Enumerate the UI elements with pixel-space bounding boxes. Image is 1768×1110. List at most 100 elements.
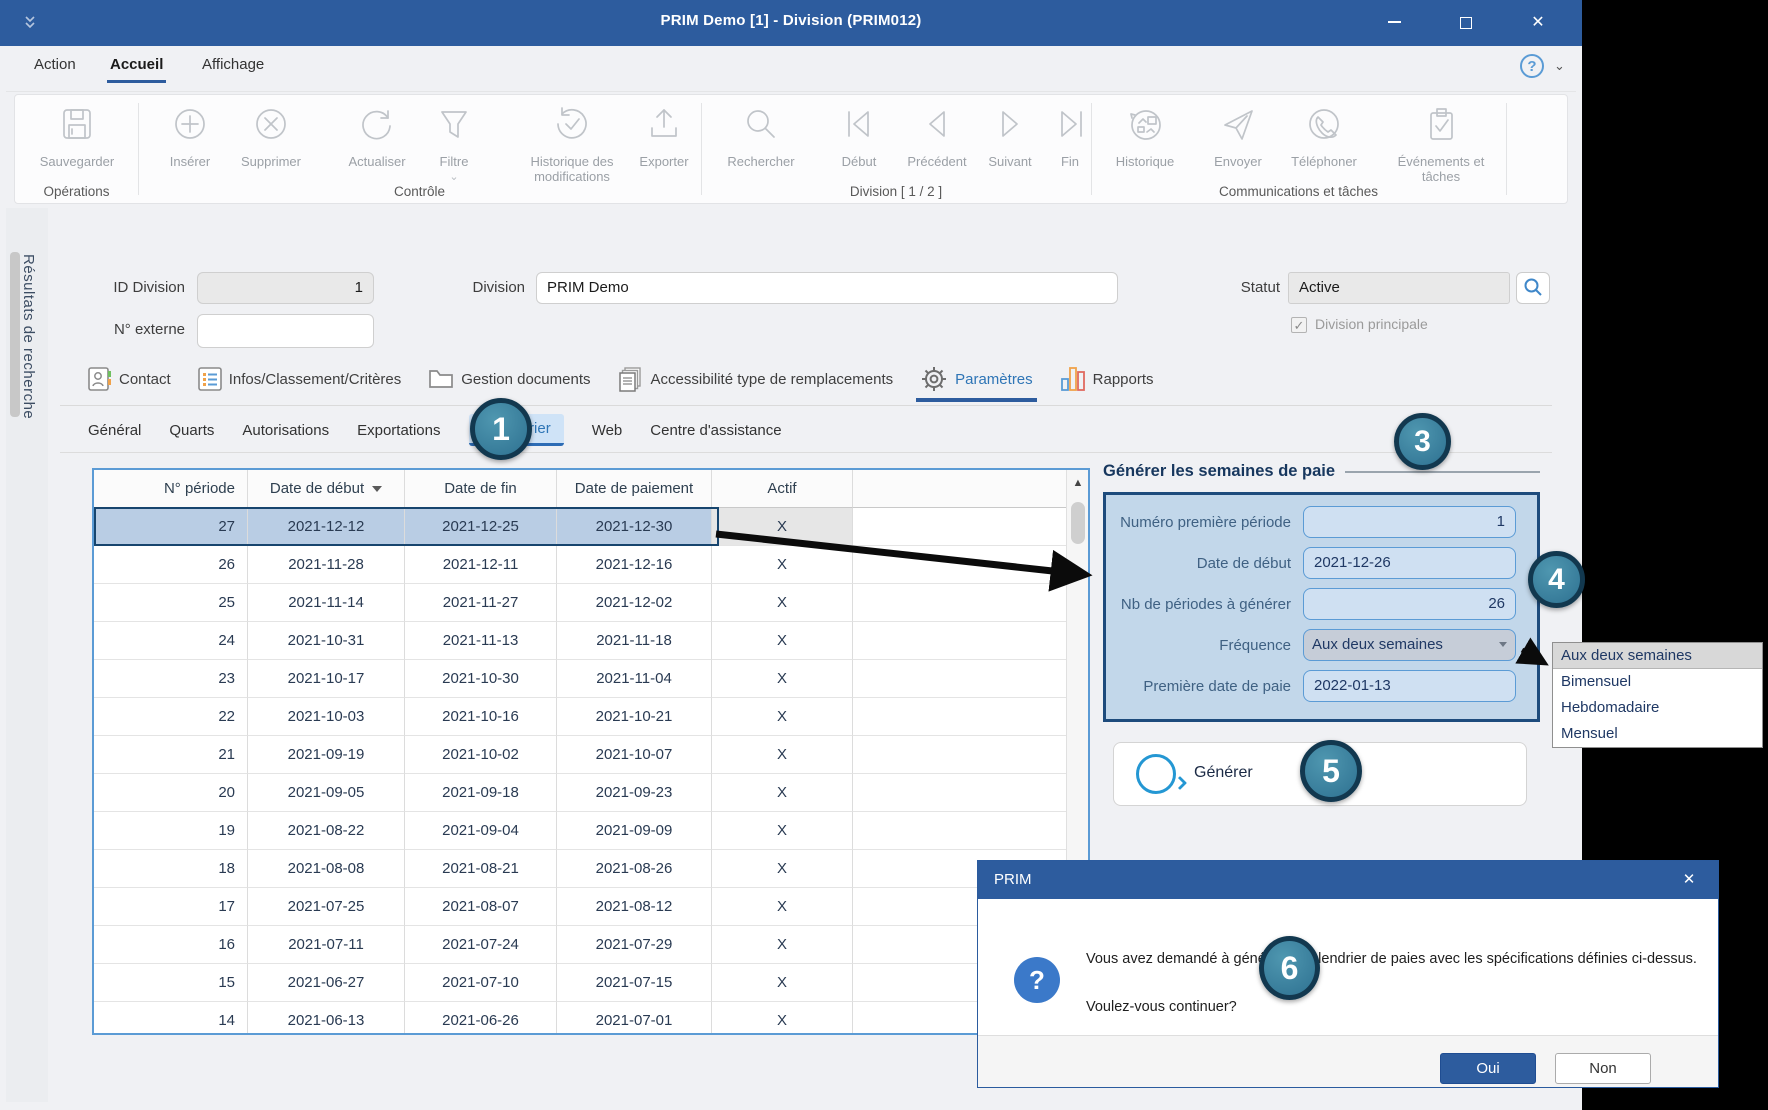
gear-icon xyxy=(920,365,948,393)
subtab[interactable]: Quarts xyxy=(169,422,214,439)
yes-button[interactable]: Oui xyxy=(1440,1053,1536,1084)
col-header-date-paiement[interactable]: Date de paiement xyxy=(557,470,712,508)
subtab[interactable]: Général xyxy=(88,422,141,439)
previous-record-button[interactable]: Précédent xyxy=(895,103,979,169)
history-button[interactable]: Historique xyxy=(1099,103,1191,169)
table-row[interactable]: 18 2021-08-08 2021-08-21 2021-08-26 X xyxy=(94,850,1088,888)
ribbon-search-button[interactable]: Rechercher xyxy=(715,103,807,169)
folder-icon xyxy=(428,366,454,392)
frequency-label: Fréquence xyxy=(1219,636,1291,654)
col-header-date-fin[interactable]: Date de fin xyxy=(405,470,557,508)
generate-arrow-icon xyxy=(1136,754,1188,794)
delete-button[interactable]: Supprimer xyxy=(227,103,315,169)
save-button[interactable]: Sauvegarder xyxy=(29,103,125,169)
table-row[interactable]: 24 2021-10-31 2021-11-13 2021-11-18 X xyxy=(94,622,1088,660)
dropdown-option[interactable]: Aux deux semaines xyxy=(1553,643,1762,669)
tab-accessibilite-remplacements[interactable]: Accessibilité type de remplacements xyxy=(618,356,893,402)
contact-card-icon xyxy=(88,366,112,392)
title-bar: PRIM Demo [1] - Division (PRIM012) ✕ xyxy=(0,0,1582,46)
col-header-actif[interactable]: Actif xyxy=(712,470,853,508)
filter-button[interactable]: Filtre ⌄ xyxy=(423,103,485,185)
start-date-label: Date de début xyxy=(1196,554,1291,572)
table-row[interactable]: 14 2021-06-13 2021-06-26 2021-07-01 X xyxy=(94,1002,1088,1033)
scroll-up-icon[interactable]: ▲ xyxy=(1067,472,1088,494)
col-header-periode[interactable]: N° période xyxy=(94,470,248,508)
table-row[interactable]: 19 2021-08-22 2021-09-04 2021-09-09 X xyxy=(94,812,1088,850)
dropdown-option[interactable]: Mensuel xyxy=(1553,721,1762,747)
subtab[interactable]: Web xyxy=(592,422,623,439)
subtab[interactable]: Autorisations xyxy=(242,422,329,439)
ribbon-collapse-icon[interactable]: ⌄ xyxy=(1554,58,1565,74)
export-button[interactable]: Exporter xyxy=(631,103,697,169)
search-results-handle[interactable] xyxy=(10,252,20,417)
combo-dropdown-icon[interactable] xyxy=(1499,642,1507,647)
dialog-question: Voulez-vous continuer? xyxy=(1086,999,1237,1015)
subtab[interactable]: Centre d'assistance xyxy=(650,422,781,439)
modification-history-button[interactable]: Historique des modifications xyxy=(493,103,651,184)
no-button[interactable]: Non xyxy=(1555,1053,1651,1084)
start-date-field[interactable]: 2021-12-26 xyxy=(1303,547,1516,579)
documents-stack-icon xyxy=(618,366,644,392)
table-row[interactable]: 20 2021-09-05 2021-09-18 2021-09-23 X xyxy=(94,774,1088,812)
minimize-button[interactable] xyxy=(1372,8,1416,38)
menu-affichage[interactable]: Affichage xyxy=(202,56,264,73)
phone-button[interactable]: Téléphoner xyxy=(1277,103,1371,169)
maximize-button[interactable] xyxy=(1444,8,1488,38)
dropdown-option[interactable]: Bimensuel xyxy=(1553,669,1762,695)
num-externe-field[interactable] xyxy=(197,314,374,348)
last-record-button[interactable]: Fin xyxy=(1049,103,1091,169)
table-row[interactable]: 15 2021-06-27 2021-07-10 2021-07-15 X xyxy=(94,964,1088,1002)
tab-infos-classement-criteres[interactable]: Infos/Classement/Critères xyxy=(197,356,401,402)
previous-icon xyxy=(895,103,979,150)
statut-field[interactable]: Active xyxy=(1288,272,1510,304)
tab-parametres[interactable]: Paramètres xyxy=(916,356,1037,402)
refresh-button[interactable]: Actualiser xyxy=(333,103,421,169)
close-button[interactable]: ✕ xyxy=(1516,8,1560,38)
events-tasks-button[interactable]: Événements et tâches xyxy=(1381,103,1501,184)
scrollbar-thumb[interactable] xyxy=(1071,502,1085,544)
ribbon: Opérations Contrôle Division [ 1 / 2 ] C… xyxy=(14,94,1568,204)
search-results-tab[interactable]: Résultats de recherche xyxy=(20,254,37,419)
table-row[interactable]: 17 2021-07-25 2021-08-07 2021-08-12 X xyxy=(94,888,1088,926)
frequency-combobox[interactable]: Aux deux semaines xyxy=(1303,629,1516,661)
table-row[interactable]: 26 2021-11-28 2021-12-11 2021-12-16 X xyxy=(94,546,1088,584)
table-row[interactable]: 27 2021-12-12 2021-12-25 2021-12-30 X xyxy=(94,507,1088,546)
col-header-date-debut[interactable]: Date de début xyxy=(248,470,405,508)
table-row[interactable]: 23 2021-10-17 2021-10-30 2021-11-04 X xyxy=(94,660,1088,698)
group-label-division: Division [ 1 / 2 ] xyxy=(849,184,943,199)
delete-icon xyxy=(227,103,315,150)
division-field[interactable]: PRIM Demo xyxy=(536,272,1118,304)
menu-action[interactable]: Action xyxy=(34,56,76,73)
comm-history-icon xyxy=(1099,103,1191,150)
insert-icon xyxy=(149,103,231,150)
tab-gestion-documents[interactable]: Gestion documents xyxy=(428,356,591,402)
statut-search-button[interactable] xyxy=(1516,272,1550,304)
table-row[interactable]: 21 2021-09-19 2021-10-02 2021-10-07 X xyxy=(94,736,1088,774)
first-record-button[interactable]: Début xyxy=(827,103,891,169)
insert-button[interactable]: Insérer xyxy=(149,103,231,169)
table-row[interactable]: 22 2021-10-03 2021-10-16 2021-10-21 X xyxy=(94,698,1088,736)
table-row[interactable]: 16 2021-07-11 2021-07-24 2021-07-29 X xyxy=(94,926,1088,964)
filter-dropdown-icon[interactable]: ⌄ xyxy=(423,170,485,185)
col-header-empty[interactable] xyxy=(853,470,1066,508)
group-divider xyxy=(1506,103,1507,195)
sort-desc-icon xyxy=(372,485,383,492)
first-period-field[interactable]: 1 xyxy=(1303,506,1516,538)
send-button[interactable]: Envoyer xyxy=(1203,103,1273,169)
table-row[interactable]: 25 2021-11-14 2021-11-27 2021-12-02 X xyxy=(94,584,1088,622)
dialog-footer: Oui Non xyxy=(978,1036,1718,1087)
confirmation-dialog: PRIM ✕ ? Vous avez demandé à générer le … xyxy=(977,860,1719,1088)
next-record-button[interactable]: Suivant xyxy=(977,103,1043,169)
periods-count-field[interactable]: 26 xyxy=(1303,588,1516,620)
list-icon xyxy=(197,366,222,392)
menu-accueil[interactable]: Accueil xyxy=(106,56,167,83)
tab-contact[interactable]: Contact xyxy=(88,356,171,402)
first-pay-date-field[interactable]: 2022-01-13 xyxy=(1303,670,1516,702)
subtab[interactable]: Exportations xyxy=(357,422,440,439)
help-icon[interactable]: ? xyxy=(1520,54,1544,78)
dialog-close-icon[interactable]: ✕ xyxy=(1674,861,1704,899)
division-principale-checkbox[interactable]: ✓ xyxy=(1291,317,1307,333)
dropdown-option[interactable]: Hebdomadaire xyxy=(1553,695,1762,721)
tab-rapports[interactable]: Rapports xyxy=(1060,356,1154,402)
id-division-field[interactable]: 1 xyxy=(197,272,374,304)
